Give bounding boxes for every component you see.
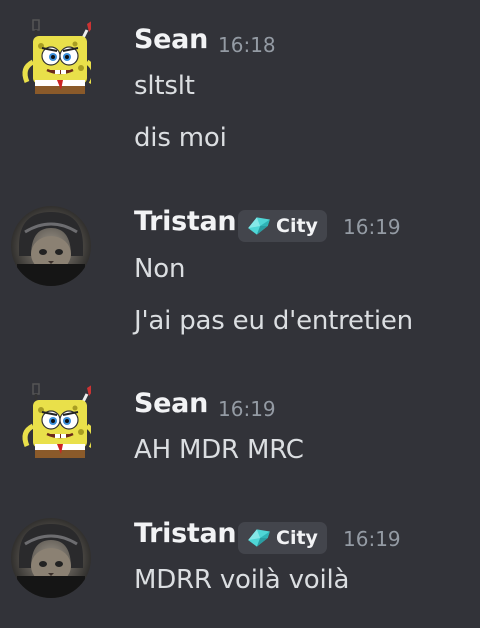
message-text: Non: [134, 254, 186, 284]
avatar[interactable]: [11, 18, 91, 98]
spongebob-avatar-icon: [11, 18, 91, 98]
diamond-gem-icon: [246, 215, 272, 237]
author-name[interactable]: Tristan: [134, 518, 237, 549]
message-text: MDRR voilà voilà: [134, 565, 350, 595]
avatar[interactable]: [11, 206, 91, 286]
timestamp: 16:19: [343, 215, 401, 239]
message-text: J'ai pas eu d'entretien: [134, 306, 413, 336]
cat-helmet-avatar-icon: [11, 206, 91, 286]
spongebob-avatar-icon: [11, 382, 91, 462]
timestamp: 16:18: [218, 33, 276, 57]
author-name[interactable]: Sean: [134, 24, 208, 55]
avatar[interactable]: [11, 518, 91, 598]
author-name[interactable]: Tristan: [134, 206, 237, 237]
author-name[interactable]: Sean: [134, 388, 208, 419]
guild-tag[interactable]: City: [238, 522, 327, 554]
timestamp: 16:19: [218, 397, 276, 421]
message-text: AH MDR MRC: [134, 435, 304, 465]
cat-helmet-avatar-icon: [11, 518, 91, 598]
guild-tag[interactable]: City: [238, 210, 327, 242]
timestamp: 16:19: [343, 527, 401, 551]
guild-tag-label: City: [276, 527, 318, 549]
guild-tag-label: City: [276, 215, 318, 237]
diamond-gem-icon: [246, 527, 272, 549]
avatar[interactable]: [11, 382, 91, 462]
message-text: sltslt: [134, 71, 195, 101]
message-text: dis moi: [134, 123, 227, 153]
